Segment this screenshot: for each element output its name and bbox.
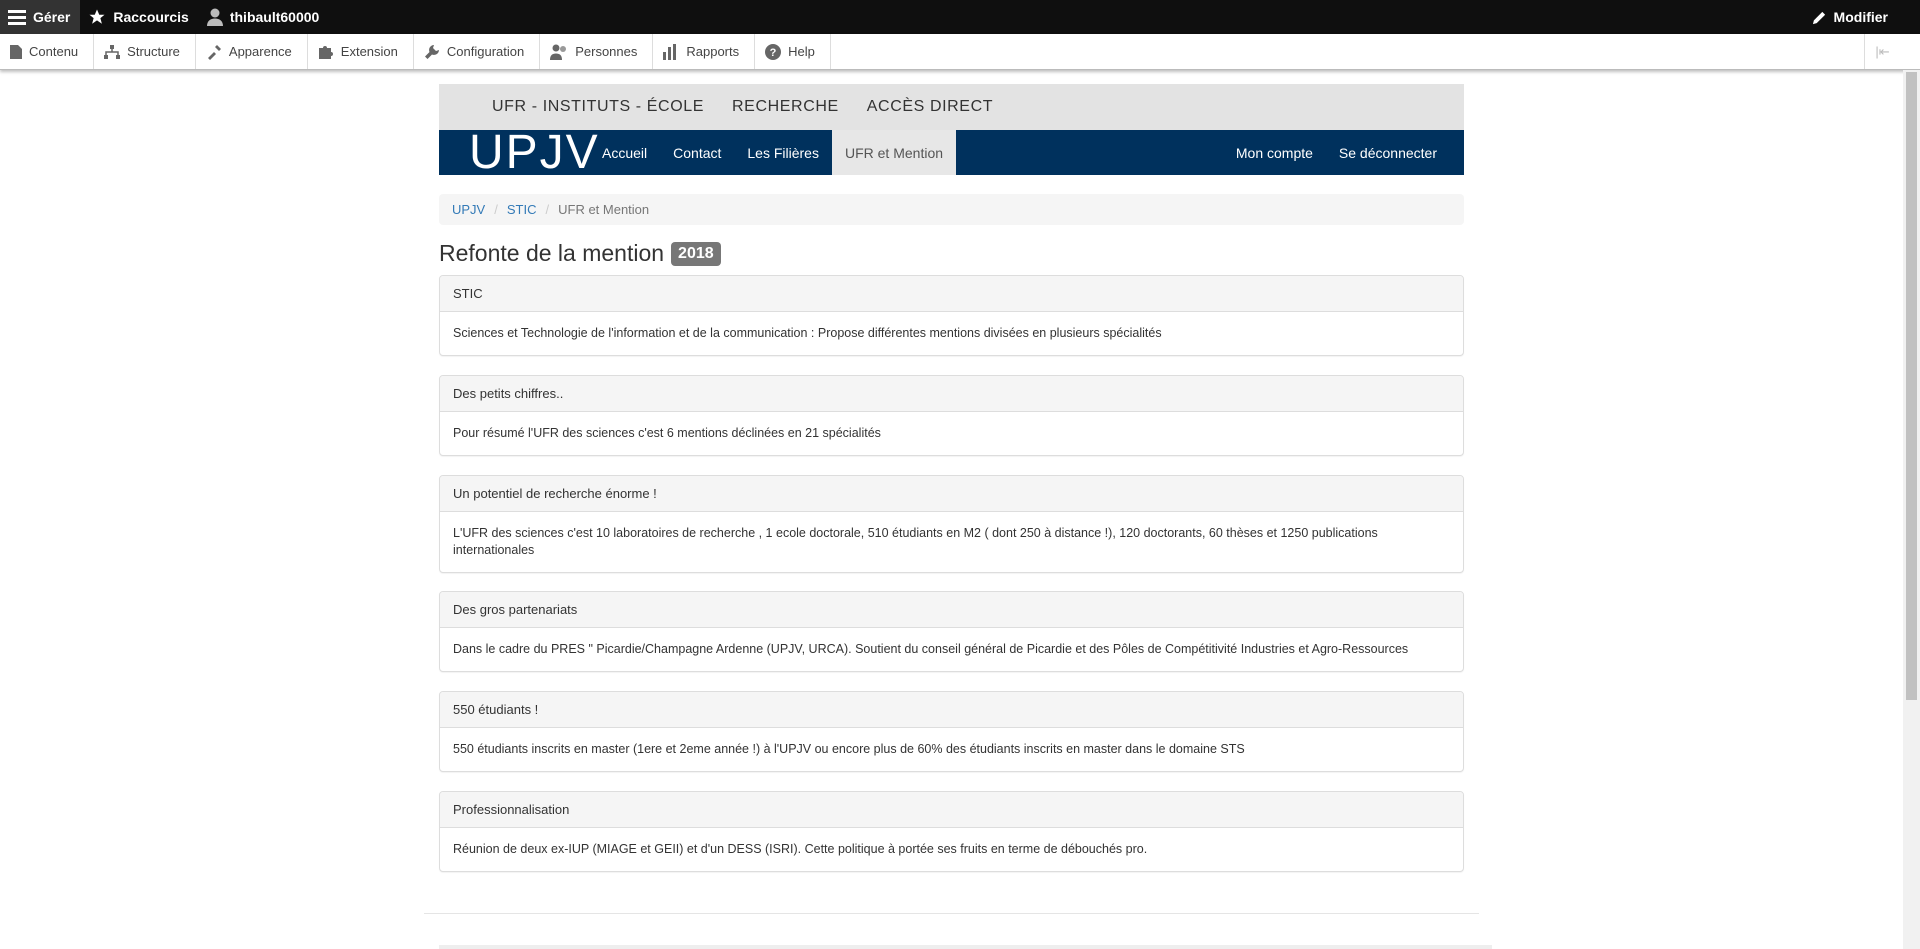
panel-heading: Un potentiel de recherche énorme ! xyxy=(440,476,1463,512)
edit-label: Modifier xyxy=(1833,9,1888,25)
puzzle-icon xyxy=(318,45,333,59)
wrench-icon xyxy=(424,44,439,59)
tray-label: Structure xyxy=(127,44,180,59)
pencil-icon xyxy=(1812,11,1825,24)
user-icon xyxy=(206,8,223,26)
panel-etudiants: 550 étudiants ! 550 étudiants inscrits e… xyxy=(439,691,1464,772)
tray-item-structure[interactable]: Structure xyxy=(94,34,196,69)
panel-body: 550 étudiants inscrits en master (1ere e… xyxy=(453,742,1245,756)
user-label: thibault60000 xyxy=(229,9,320,25)
panel-heading: Des petits chiffres.. xyxy=(440,376,1463,412)
tray-item-configuration[interactable]: Configuration xyxy=(414,34,541,69)
hamburger-icon xyxy=(8,10,26,25)
scrollbar-thumb[interactable] xyxy=(1906,72,1917,700)
people-icon xyxy=(550,44,567,60)
shortcuts-button[interactable]: Raccourcis xyxy=(80,0,198,34)
page-title-text: Refonte de la mention xyxy=(439,240,665,266)
shortcuts-label: Raccourcis xyxy=(113,9,189,25)
tray-item-rapports[interactable]: Rapports xyxy=(653,34,756,69)
tray-item-extension[interactable]: Extension xyxy=(308,34,414,69)
top-link-recherche[interactable]: RECHERCHE xyxy=(732,98,839,116)
nav-filieres[interactable]: Les Filières xyxy=(734,130,832,175)
top-link-acces-direct[interactable]: ACCÈS DIRECT xyxy=(867,98,993,116)
panel-heading: Des gros partenariats xyxy=(440,592,1463,628)
admin-toolbar: Gérer Raccourcis thibault60000 Modifier xyxy=(0,0,1920,34)
brush-icon xyxy=(207,44,221,60)
panel-body: Pour résumé l'UFR des sciences c'est 6 m… xyxy=(453,426,881,440)
user-menu-button[interactable]: thibault60000 xyxy=(199,0,329,34)
sitemap-icon xyxy=(104,44,121,59)
tray-label: Personnes xyxy=(575,44,638,59)
tray-item-personnes[interactable]: Personnes xyxy=(540,34,654,69)
panel-stic: STIC Sciences et Technologie de l'inform… xyxy=(439,275,1464,356)
tray-item-help[interactable]: ? Help xyxy=(755,34,831,69)
breadcrumb-separator: / xyxy=(545,202,550,217)
breadcrumb-link-upjv[interactable]: UPJV xyxy=(452,202,485,217)
panel-chiffres: Des petits chiffres.. Pour résumé l'UFR … xyxy=(439,375,1464,456)
panel-body: Dans le cadre du PRES " Picardie/Champag… xyxy=(453,642,1409,656)
manage-menu-button[interactable]: Gérer xyxy=(0,0,81,34)
panel-professionnalisation: Professionnalisation Réunion de deux ex-… xyxy=(439,791,1464,872)
site-logo[interactable]: UPJV xyxy=(439,126,598,179)
main-nav: UPJV Accueil Contact Les Filières UFR et… xyxy=(439,126,1464,179)
panel-partenariats: Des gros partenariats Dans le cadre du P… xyxy=(439,591,1464,672)
breadcrumb-separator: / xyxy=(494,202,498,217)
tray-item-apparence[interactable]: Apparence xyxy=(196,34,308,69)
top-link-ufr[interactable]: UFR - INSTITUTS - ÉCOLE xyxy=(492,98,704,116)
panel-body: Sciences et Technologie de l'information… xyxy=(453,326,1162,340)
panel-heading: 550 étudiants ! xyxy=(440,692,1463,728)
svg-text:?: ? xyxy=(770,47,777,59)
edit-button[interactable]: Modifier xyxy=(1804,0,1920,34)
tray-label: Apparence xyxy=(228,44,292,59)
admin-tray: Contenu Structure Apparence Extension Co… xyxy=(0,34,1920,70)
manage-label: Gérer xyxy=(33,9,71,25)
star-icon xyxy=(89,9,105,24)
tray-label: Rapports xyxy=(686,44,740,59)
footer-divider xyxy=(424,913,1479,914)
nav-ufr-mention[interactable]: UFR et Mention xyxy=(831,130,957,175)
tray-label: Help xyxy=(788,44,815,59)
panel-recherche: Un potentiel de recherche énorme ! L'UFR… xyxy=(439,475,1464,573)
footer-strip xyxy=(439,945,1492,949)
breadcrumb: UPJV / STIC / UFR et Mention xyxy=(439,194,1464,225)
page-title: Refonte de la mention 2018 xyxy=(439,240,721,267)
help-icon: ? xyxy=(765,43,782,60)
tray-label: Contenu xyxy=(29,44,79,59)
tray-item-contenu[interactable]: Contenu xyxy=(0,34,95,69)
tray-label: Configuration xyxy=(446,44,525,59)
panel-heading: Professionnalisation xyxy=(440,792,1463,828)
nav-mon-compte[interactable]: Mon compte xyxy=(1223,130,1326,175)
file-icon xyxy=(10,44,22,59)
nav-accueil[interactable]: Accueil xyxy=(589,130,660,175)
scrollbar[interactable] xyxy=(1903,70,1920,949)
collapse-icon: |⇤ xyxy=(1875,43,1890,59)
tray-label: Extension xyxy=(340,44,398,59)
nav-contact[interactable]: Contact xyxy=(660,130,734,175)
nav-right: Mon compte Se déconnecter xyxy=(1223,130,1464,175)
panel-heading: STIC xyxy=(440,276,1463,312)
tray-orientation-toggle[interactable]: |⇤ xyxy=(1864,34,1900,69)
year-badge: 2018 xyxy=(671,241,721,266)
breadcrumb-current: UFR et Mention xyxy=(558,202,650,217)
breadcrumb-link-stic[interactable]: STIC xyxy=(507,202,537,217)
nav-logout[interactable]: Se déconnecter xyxy=(1326,130,1450,175)
bar-chart-icon xyxy=(663,43,677,60)
top-nav: UFR - INSTITUTS - ÉCOLE RECHERCHE ACCÈS … xyxy=(439,84,1464,130)
panel-body: Réunion de deux ex-IUP (MIAGE et GEII) e… xyxy=(453,842,1148,856)
panel-body: L'UFR des sciences c'est 10 laboratoires… xyxy=(453,526,1378,557)
